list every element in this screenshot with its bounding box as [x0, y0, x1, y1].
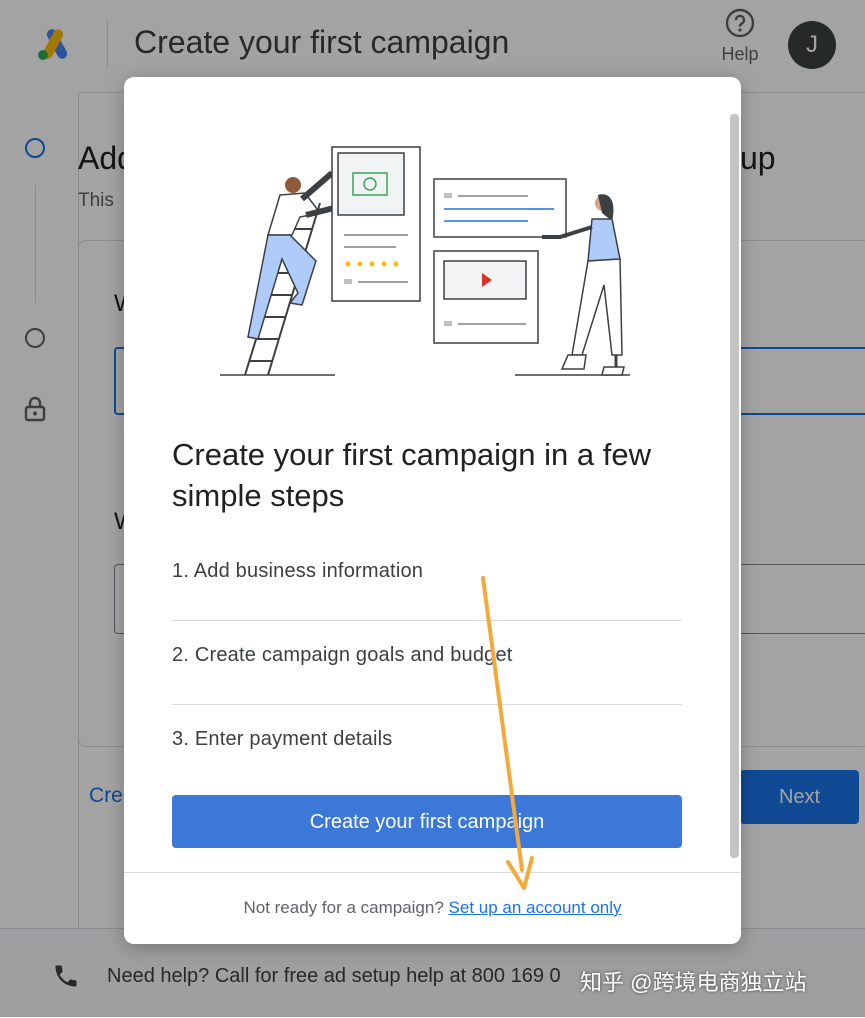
modal-divider	[124, 872, 741, 873]
steps-list: 1. Add business information 2. Create ca…	[172, 537, 682, 789]
watermark: 知乎 @跨境电商独立站	[580, 970, 807, 995]
create-campaign-button[interactable]: Create your first campaign	[172, 795, 682, 848]
setup-account-only-link[interactable]: Set up an account only	[449, 898, 622, 917]
not-ready-text: Not ready for a campaign?	[243, 898, 444, 917]
list-item: 2. Create campaign goals and budget	[172, 621, 682, 705]
campaign-modal: Create your first campaign in a few simp…	[124, 77, 741, 944]
list-item: 3. Enter payment details	[172, 728, 393, 750]
onboarding-illustration	[220, 146, 630, 376]
list-item: 1. Add business information	[172, 537, 682, 621]
modal-title: Create your first campaign in a few simp…	[172, 437, 651, 513]
modal-footer: Not ready for a campaign? Set up an acco…	[124, 898, 741, 918]
modal-scrollbar[interactable]	[730, 114, 739, 858]
annotation-arrow	[481, 576, 534, 890]
